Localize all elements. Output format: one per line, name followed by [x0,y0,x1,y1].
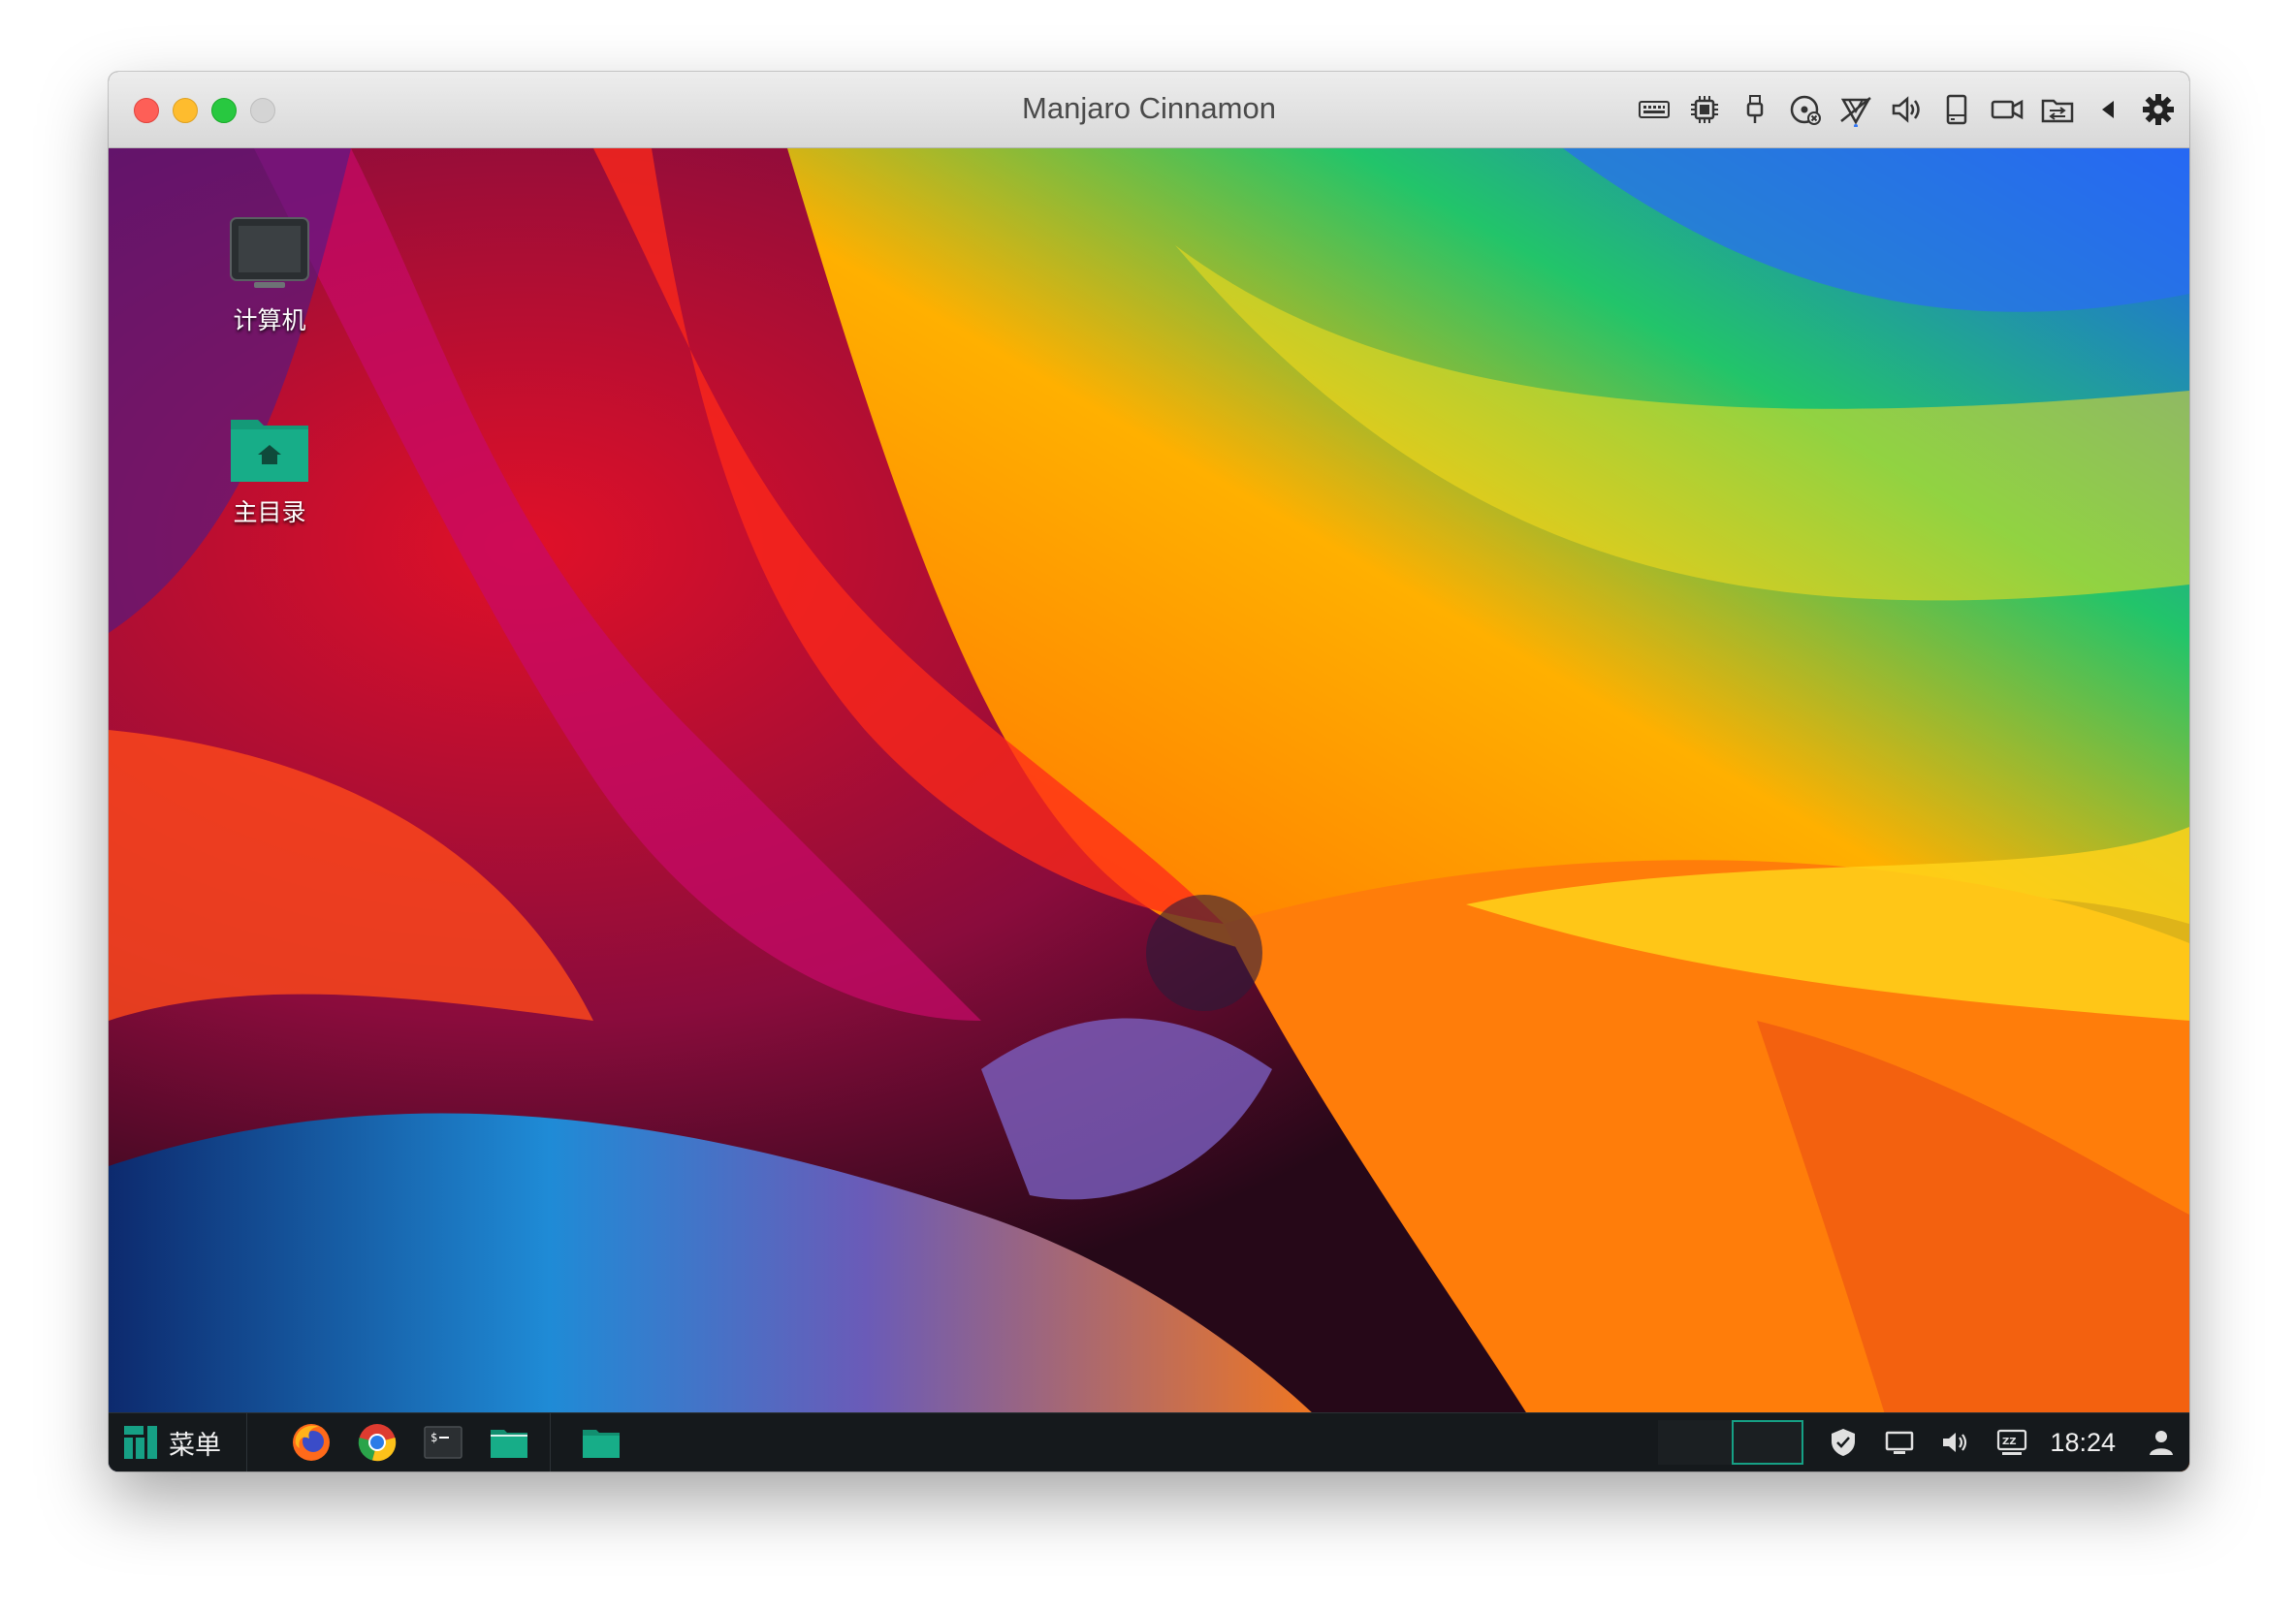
taskbar: 菜单 $ ZZ 18:24 [109,1412,2189,1471]
file-manager-window-icon[interactable] [580,1421,622,1464]
shield-icon[interactable] [1827,1426,1860,1459]
title-bar[interactable]: Manjaro Cinnamon [109,72,2189,148]
usb-icon[interactable] [1738,92,1772,127]
display-icon[interactable] [1883,1426,1916,1459]
menu-button[interactable]: 菜单 [109,1413,247,1471]
cd-drive-icon[interactable] [1788,92,1823,127]
cpu-icon[interactable] [1687,92,1722,127]
settings-gear-icon[interactable] [2141,92,2176,127]
computer-icon [230,217,309,288]
panel-launchers: $ [247,1413,551,1471]
keyboard-icon[interactable] [1637,92,1672,127]
collapse-arrow-icon[interactable] [2090,92,2125,127]
terminal-icon[interactable]: $ [422,1421,464,1464]
desktop-icon-computer[interactable]: 计算机 [207,216,333,336]
svg-text:$: $ [430,1431,437,1444]
home-folder-icon [231,420,308,482]
audio-icon[interactable] [1889,92,1924,127]
camera-icon[interactable] [1990,92,2025,127]
wallpaper [109,148,2189,1471]
shared-folder-icon[interactable] [2040,92,2075,127]
vm-window: Manjaro Cinnamon 计算机 主目录 菜单 $ ZZ 18:24 [109,72,2189,1471]
firefox-icon[interactable] [290,1421,333,1464]
desktop-icon-home[interactable]: 主目录 [207,412,333,528]
chrome-icon[interactable] [356,1421,399,1464]
user-icon[interactable] [2145,1426,2178,1459]
storage-icon[interactable] [1939,92,1974,127]
network-icon[interactable] [1838,92,1873,128]
keyboard-layout-icon[interactable]: ZZ [1995,1426,2028,1459]
system-tray: ZZ 18:24 [1658,1413,2189,1471]
workspace-1[interactable] [1658,1420,1733,1465]
desktop-icon-label: 主目录 [233,499,306,526]
workspace-2[interactable] [1732,1420,1804,1465]
window-list [551,1413,622,1471]
file-manager-icon[interactable] [488,1421,530,1464]
volume-icon[interactable] [1939,1426,1972,1459]
menu-label: 菜单 [169,1430,221,1460]
manjaro-logo-icon [124,1426,157,1459]
vm-toolbar [1637,89,2176,130]
clock[interactable]: 18:24 [2050,1428,2116,1458]
desktop-icon-label: 计算机 [233,307,306,334]
svg-text:ZZ: ZZ [2002,1437,2017,1447]
guest-desktop[interactable]: 计算机 主目录 菜单 $ ZZ 18:24 [109,148,2189,1471]
